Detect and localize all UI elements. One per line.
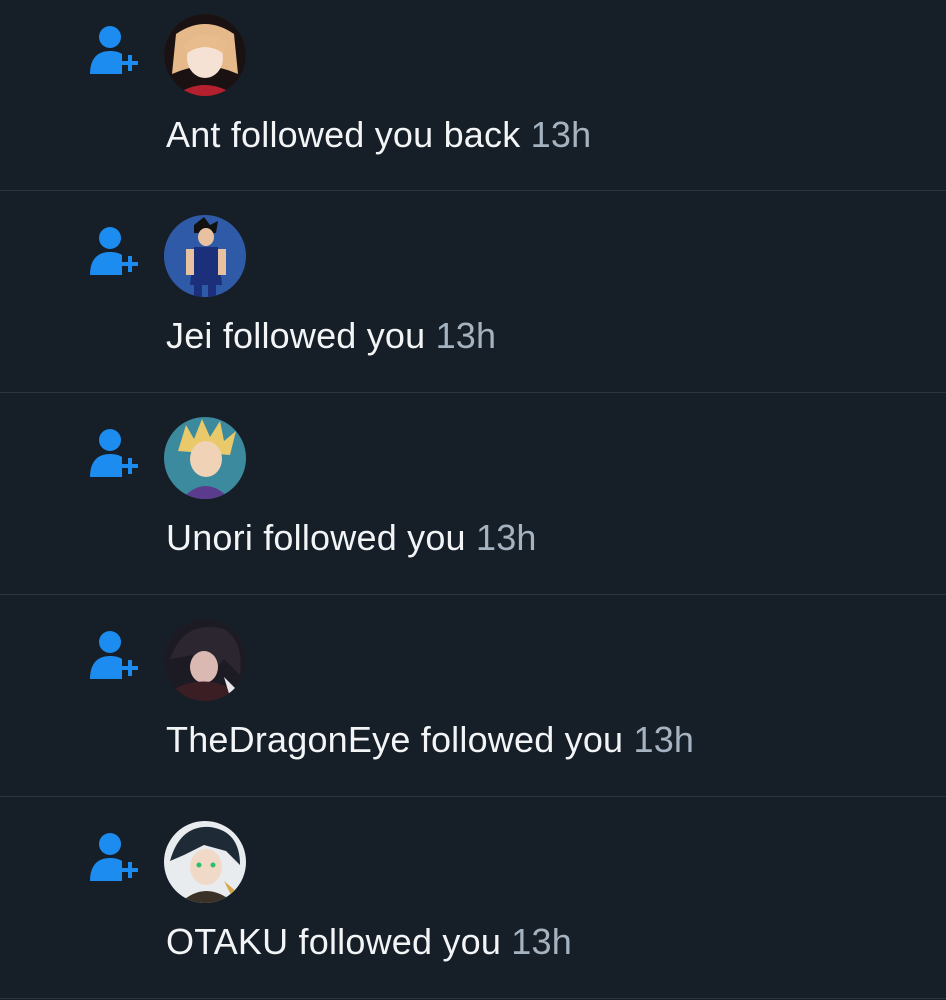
action-text: followed you back [230,114,521,155]
timestamp: 13h [530,114,592,155]
username[interactable]: Unori [166,517,253,558]
username[interactable]: OTAKU [166,921,288,962]
action-text: followed you [263,517,466,558]
avatar[interactable] [164,14,246,96]
avatar[interactable] [164,619,246,701]
username[interactable]: Jei [166,315,213,356]
notification-item[interactable]: Unori followed you 13h [0,393,946,595]
notification-text: OTAKU followed you 13h [166,920,572,964]
person-add-icon [90,26,138,74]
person-add-icon [90,833,138,881]
avatar[interactable] [164,215,246,297]
timestamp: 13h [633,719,695,760]
notification-item[interactable]: TheDragonEye followed you 13h [0,595,946,797]
notification-text: TheDragonEye followed you 13h [166,718,694,762]
notification-text: Jei followed you 13h [166,314,496,358]
timestamp: 13h [475,517,537,558]
username[interactable]: TheDragonEye [166,719,411,760]
notification-item[interactable]: Ant followed you back 13h [0,0,946,191]
person-add-icon [90,227,138,275]
username[interactable]: Ant [166,114,221,155]
avatar[interactable] [164,417,246,499]
timestamp: 13h [511,921,572,962]
notification-text: Ant followed you back 13h [166,113,591,157]
notification-text: Unori followed you 13h [166,516,537,560]
action-text: followed you [298,921,502,962]
person-add-icon [90,631,138,679]
action-text: followed you [420,719,624,760]
person-add-icon [90,429,138,477]
action-text: followed you [222,315,426,356]
notification-feed: Ant followed you back 13h Jei followed y… [0,0,946,1000]
notification-item[interactable]: OTAKU followed you 13h [0,797,946,999]
timestamp: 13h [435,315,497,356]
notification-item[interactable]: Jei followed you 13h [0,191,946,393]
avatar[interactable] [164,821,246,903]
